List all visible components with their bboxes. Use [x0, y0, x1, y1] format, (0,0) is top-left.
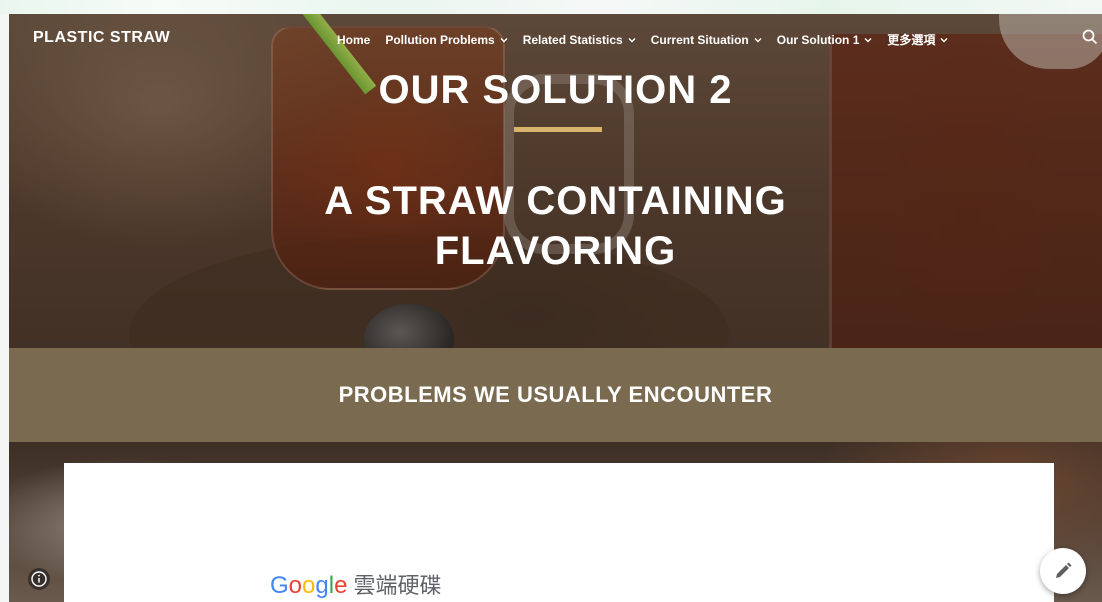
- logo-letter: o: [302, 572, 316, 599]
- info-icon[interactable]: [28, 568, 50, 590]
- chevron-down-icon[interactable]: [500, 36, 508, 44]
- nav-item-current-situation[interactable]: Current Situation: [651, 33, 762, 47]
- title-underline: [514, 127, 602, 132]
- section-heading-band: PROBLEMS WE USUALLY ENCOUNTER: [9, 348, 1102, 442]
- nav-item-label: Related Statistics: [522, 32, 623, 47]
- logo-letter: e: [334, 572, 348, 599]
- nav-item-pollution-problems[interactable]: Pollution Problems: [385, 32, 508, 47]
- nav-item-home[interactable]: Home: [337, 33, 370, 47]
- logo-letter: G: [270, 572, 289, 599]
- chevron-down-icon[interactable]: [628, 36, 636, 44]
- nav-item-our-solution-1[interactable]: Our Solution 1: [777, 33, 873, 47]
- chevron-down-icon[interactable]: [940, 36, 948, 44]
- nav-item-label: 更多選項: [887, 33, 936, 47]
- nav-item-label: Home: [337, 32, 371, 47]
- nav-item-label: Our Solution 1: [776, 32, 860, 47]
- page: PLASTIC STRAW Home Pollution Problems Re…: [0, 0, 1102, 602]
- page-title: OUR SOLUTION 2: [378, 68, 733, 112]
- left-strip: [0, 14, 9, 602]
- google-drive-embed[interactable]: G o o g l e 雲端硬碟: [64, 463, 1054, 602]
- site-title[interactable]: PLASTIC STRAW: [33, 29, 170, 47]
- nav-item-label: Pollution Problems: [385, 32, 495, 47]
- logo-letter: g: [315, 572, 329, 599]
- nav-item-more-options[interactable]: 更多選項: [887, 31, 948, 48]
- drive-product-name: 雲端硬碟: [353, 574, 442, 599]
- nav-item-related-statistics[interactable]: Related Statistics: [523, 33, 636, 47]
- google-drive-logo: G o o g l e 雲端硬碟: [270, 568, 441, 600]
- top-strip: [0, 0, 1102, 14]
- edit-button[interactable]: [1040, 548, 1086, 594]
- page-subtitle: A STRAW CONTAINING FLAVORING: [9, 176, 1102, 276]
- page-subtitle-line-2: FLAVORING: [434, 229, 677, 273]
- nav-menu: Home Pollution Problems Related Statisti…: [337, 31, 963, 48]
- nav-item-label: Current Situation: [650, 32, 749, 47]
- pencil-icon: [1056, 562, 1072, 578]
- chevron-down-icon[interactable]: [754, 36, 762, 44]
- chevron-down-icon[interactable]: [864, 36, 872, 44]
- logo-letter: o: [288, 572, 303, 599]
- top-navigation: PLASTIC STRAW Home Pollution Problems Re…: [9, 14, 1102, 62]
- section-heading: PROBLEMS WE USUALLY ENCOUNTER: [338, 382, 773, 407]
- page-subtitle-line-1: A STRAW CONTAINING: [324, 179, 787, 223]
- search-icon[interactable]: [1081, 28, 1099, 46]
